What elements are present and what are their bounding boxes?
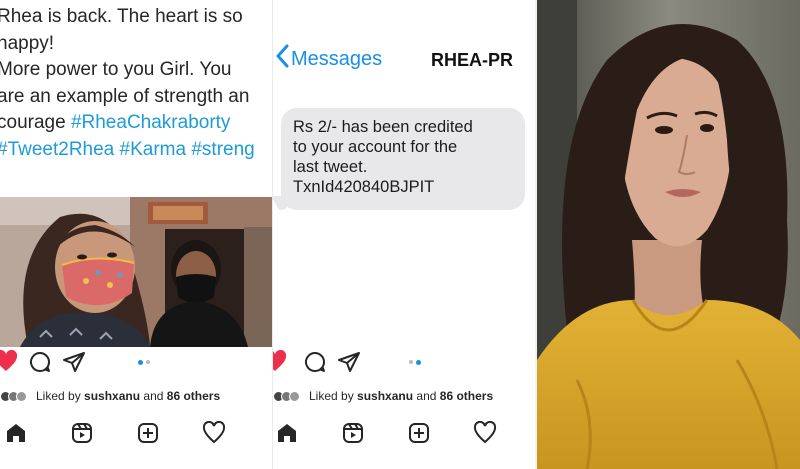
carousel-dots: [409, 359, 421, 365]
liked-and: and: [143, 389, 164, 403]
message-bubble: Rs 2/- has been credited to your account…: [281, 108, 525, 210]
liker-avatars: [0, 390, 27, 402]
selfie-illustration: [0, 197, 272, 347]
post-action-bar: [0, 349, 150, 374]
chevron-left-icon[interactable]: [275, 44, 289, 74]
share-icon[interactable]: [337, 350, 361, 374]
caption-line: courage: [0, 112, 71, 133]
liked-others[interactable]: 86 others: [440, 389, 493, 403]
caption-line: happy!: [0, 32, 55, 54]
create-icon[interactable]: [136, 421, 160, 445]
message-line: last tweet.: [293, 158, 368, 176]
liked-prefix: Liked by: [309, 389, 354, 403]
message-line: Rs 2/- has been credited: [293, 118, 473, 136]
caption-line: Rhea is back. The heart is so: [0, 6, 243, 27]
liked-username[interactable]: sushxanu: [357, 389, 413, 403]
post-caption: Rhea is back. The heart is so happy! Mor…: [0, 4, 272, 163]
reels-icon[interactable]: [341, 421, 365, 445]
comment-icon[interactable]: [303, 350, 327, 374]
caption-line: are an example of strength an: [0, 85, 250, 107]
messages-header: Messages RHEA-PR: [273, 40, 537, 80]
home-icon[interactable]: [275, 421, 299, 445]
back-to-messages-link[interactable]: Messages: [291, 48, 382, 71]
caption-line: More power to you Girl. You: [0, 59, 232, 80]
carousel-dots: [138, 359, 150, 365]
liked-prefix: Liked by: [36, 389, 81, 403]
messages-post-panel: Messages RHEA-PR Rs 2/- has been credite…: [272, 0, 537, 469]
post-photo: [0, 197, 272, 347]
comment-icon[interactable]: [28, 350, 52, 374]
instagram-post-panel: Rhea is back. The heart is so happy! Mor…: [0, 0, 272, 469]
home-icon[interactable]: [4, 421, 28, 445]
avatar: [289, 390, 300, 402]
liked-by-row: Liked by sushxanu and 86 others: [0, 389, 220, 403]
activity-icon[interactable]: [202, 420, 226, 445]
post-action-bar: [273, 349, 421, 374]
share-icon[interactable]: [62, 350, 86, 374]
liked-others[interactable]: 86 others: [167, 389, 220, 403]
portrait-illustration: [537, 0, 800, 469]
avatar: [16, 390, 27, 402]
heart-icon[interactable]: [273, 349, 287, 374]
portrait-photo-panel: [537, 0, 800, 469]
reels-icon[interactable]: [70, 421, 94, 445]
create-icon[interactable]: [407, 421, 431, 445]
liked-by-row: Liked by sushxanu and 86 others: [273, 389, 493, 403]
message-line: to your account for the: [293, 138, 458, 156]
liker-avatars: [273, 390, 300, 402]
hashtag-link[interactable]: #Tweet2Rhea: [0, 139, 114, 160]
message-line: TxnId420840BJPIT: [293, 178, 435, 196]
hashtag-link[interactable]: #RheaChakraborty: [71, 112, 230, 133]
liked-username[interactable]: sushxanu: [84, 389, 140, 403]
sender-name: RHEA-PR: [431, 50, 514, 70]
liked-and: and: [416, 389, 437, 403]
activity-icon[interactable]: [473, 420, 497, 445]
bottom-nav: [0, 420, 226, 445]
hashtag-link[interactable]: #Karma: [120, 139, 187, 160]
hashtag-link[interactable]: #streng: [191, 139, 254, 160]
bottom-nav: [273, 420, 497, 445]
heart-icon[interactable]: [0, 349, 18, 374]
